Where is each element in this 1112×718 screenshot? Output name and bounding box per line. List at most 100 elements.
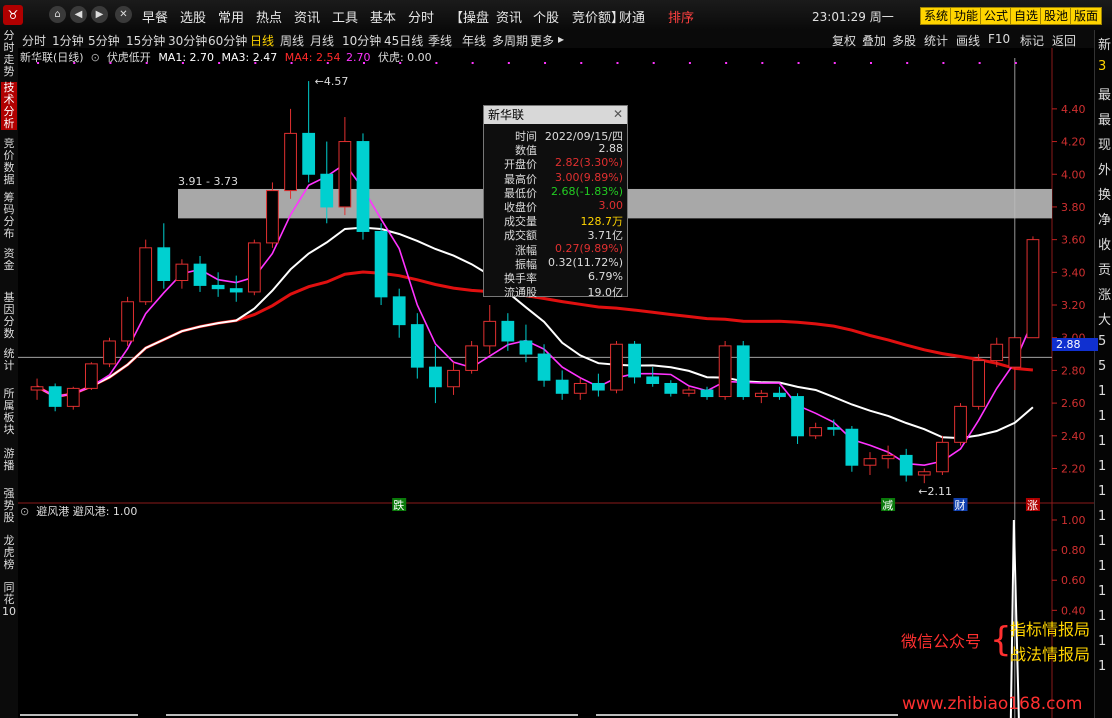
tool-5[interactable]: F10 — [988, 32, 1010, 46]
menu-item-10[interactable]: 个股 — [533, 7, 559, 26]
sys-button-5[interactable]: 版面 — [1070, 7, 1103, 25]
period-1[interactable]: 1分钟 — [52, 32, 84, 49]
tool-6[interactable]: 标记 — [1020, 32, 1044, 49]
tool-2[interactable]: 多股 — [892, 32, 916, 49]
right-strip-char-23: 1 — [1098, 609, 1107, 624]
tooltip-value: 0.27(9.89%) — [554, 241, 623, 255]
menu-item-0[interactable]: 早餐 — [142, 7, 168, 26]
sidebar-item-2[interactable]: 竞价数据 — [1, 138, 17, 186]
menu-item-4[interactable]: 资讯 — [294, 7, 320, 26]
home-icon[interactable]: ⌂ — [49, 6, 66, 23]
tooltip-row: 成交量 128.7万 — [484, 213, 627, 228]
period-13[interactable]: 多周期 — [492, 32, 528, 49]
candle-body — [483, 320, 497, 347]
indicator-name[interactable]: 伏虎低开 — [107, 51, 151, 64]
right-strip-char-2: 最 — [1098, 88, 1112, 103]
right-strip-char-12: 5 — [1098, 334, 1107, 349]
signal-dot — [580, 62, 583, 64]
menu-item-9[interactable]: 资讯 — [496, 7, 522, 26]
back-icon[interactable]: ◀ — [70, 6, 87, 23]
event-mark-label: 跌 — [393, 498, 404, 512]
watermark-brace: { — [990, 620, 1012, 660]
tool-3[interactable]: 统计 — [924, 32, 948, 49]
period-6[interactable]: 日线 — [250, 32, 274, 49]
ma3-value: MA3: 2.47 — [221, 51, 278, 64]
candle-body — [157, 247, 171, 281]
sub-indicator-name: 避风港 避风港: 1.00 — [36, 505, 138, 518]
sidebar-item-3[interactable]: 筹码分布 — [1, 192, 17, 240]
more-arrow-icon[interactable]: ▸ — [558, 32, 564, 46]
period-7[interactable]: 周线 — [280, 32, 304, 49]
period-2[interactable]: 5分钟 — [88, 32, 120, 49]
menu-item-2[interactable]: 常用 — [218, 7, 244, 26]
sys-button-0[interactable]: 系统 — [920, 7, 953, 25]
sidebar-item-0[interactable]: 分时走势 — [1, 30, 17, 78]
period-4[interactable]: 30分钟 — [168, 32, 207, 49]
candle-body — [845, 428, 859, 466]
menu-item-11[interactable]: 竞价额】 — [572, 7, 624, 26]
sidebar-item-7[interactable]: 所属板块 — [1, 388, 17, 436]
sidebar-item-8[interactable]: 游播 — [1, 448, 17, 472]
candle-body — [429, 366, 442, 388]
close-icon[interactable]: ✕ — [115, 6, 132, 23]
menu-item-3[interactable]: 热点 — [256, 7, 282, 26]
sub-toggle-icon[interactable]: ⊙ — [20, 505, 33, 518]
period-10[interactable]: 45日线 — [384, 32, 423, 49]
main-legend: 新华联(日线) ⊙ 伏虎低开 MA1: 2.70 MA3: 2.47 MA4: … — [20, 49, 432, 65]
tooltip-row: 涨幅 0.27(9.89%) — [484, 241, 627, 257]
menu-item-7[interactable]: 分时 — [408, 7, 434, 26]
sidebar-item-10[interactable]: 龙虎榜 — [1, 535, 17, 571]
sidebar-item-4[interactable]: 资金 — [1, 248, 17, 272]
sys-button-1[interactable]: 功能 — [950, 7, 983, 25]
period-0[interactable]: 分时 — [22, 32, 46, 49]
menu-item-1[interactable]: 选股 — [180, 7, 206, 26]
sidebar-item-6[interactable]: 统计 — [1, 348, 17, 372]
forward-icon[interactable]: ▶ — [91, 6, 108, 23]
sub-tick-label: 0.80 — [1061, 544, 1086, 557]
sys-button-3[interactable]: 自选 — [1010, 7, 1043, 25]
tool-1[interactable]: 叠加 — [862, 32, 886, 49]
candle-body — [338, 141, 352, 208]
candle-body — [537, 353, 551, 381]
candle-body — [392, 296, 406, 326]
tooltip-close-icon[interactable]: ✕ — [613, 107, 623, 121]
tool-4[interactable]: 画线 — [956, 32, 980, 49]
period-5[interactable]: 60分钟 — [208, 32, 247, 49]
right-strip-char-15: 1 — [1098, 409, 1107, 424]
period-11[interactable]: 季线 — [428, 32, 452, 49]
tool-0[interactable]: 复权 — [832, 32, 856, 49]
tooltip-row: 收盘价 3.00 — [484, 199, 627, 214]
signal-dot — [688, 62, 691, 64]
watermark-tag-1: 指标情报局 — [1010, 620, 1091, 639]
candle-body — [754, 392, 768, 398]
menu-item-8[interactable]: 【操盘 — [450, 7, 489, 26]
right-strip-char-20: 1 — [1098, 534, 1107, 549]
sidebar-item-1[interactable]: 技术分析 — [1, 82, 17, 130]
period-bar: 分时 1分钟 5分钟 15分钟 30分钟 60分钟 日线 周线 月线 10分钟 45日线 季线 年线 多周… — [18, 30, 1094, 49]
menu-item-6[interactable]: 基本 — [370, 7, 396, 26]
sidebar-item-11[interactable]: 同花10 — [1, 582, 17, 618]
sidebar-item-5[interactable]: 基因分数 — [1, 292, 17, 340]
menu-item-12[interactable]: 财通 — [619, 7, 645, 26]
sys-button-2[interactable]: 公式 — [980, 7, 1013, 25]
period-8[interactable]: 月线 — [310, 32, 334, 49]
signal-dot — [435, 62, 438, 64]
period-3[interactable]: 15分钟 — [126, 32, 165, 49]
signal-dot — [652, 62, 655, 64]
menu-item-13[interactable]: 排序 — [668, 7, 694, 26]
app-logo-icon[interactable]: ♉ — [3, 5, 23, 25]
right-strip-char-21: 1 — [1098, 559, 1107, 574]
candle-body — [284, 132, 297, 192]
period-12[interactable]: 年线 — [462, 32, 486, 49]
period-9[interactable]: 10分钟 — [342, 32, 381, 49]
signal-dot — [761, 62, 764, 64]
tooltip-value: 3.00 — [598, 199, 624, 212]
signal-dot — [544, 62, 547, 64]
menu-item-5[interactable]: 工具 — [332, 7, 358, 26]
sys-button-4[interactable]: 股池 — [1040, 7, 1073, 25]
tool-7[interactable]: 返回 — [1052, 32, 1076, 49]
period-14[interactable]: 更多 — [530, 32, 554, 49]
candle-body — [972, 360, 986, 407]
indicator-toggle-icon[interactable]: ⊙ — [87, 51, 103, 64]
sidebar-item-9[interactable]: 强势股 — [1, 488, 17, 524]
